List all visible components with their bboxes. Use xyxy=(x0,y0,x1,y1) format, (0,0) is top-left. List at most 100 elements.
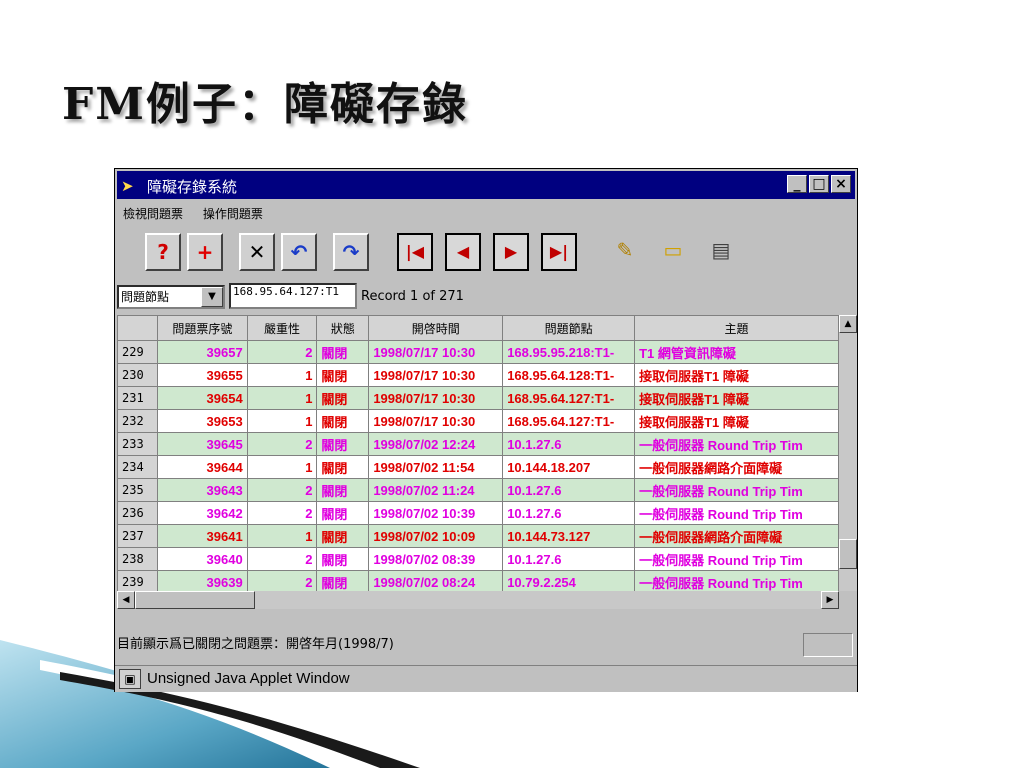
help-icon[interactable]: ? xyxy=(145,233,181,271)
status: 關閉 xyxy=(316,455,370,479)
node: 10.1.27.6 xyxy=(502,501,636,525)
open-time: 1998/07/17 10:30 xyxy=(368,386,504,410)
ticket-id: 39645 xyxy=(156,432,248,456)
horizontal-scrollbar[interactable]: ◀ ▶ xyxy=(117,591,839,609)
column-header-ticket[interactable]: 問題票序號 xyxy=(156,315,248,341)
chevron-down-icon[interactable]: ▼ xyxy=(201,287,223,307)
table-row[interactable]: 229 39657 2 關閉 1998/07/17 10:30 168.95.9… xyxy=(117,340,839,364)
status: 關閉 xyxy=(316,524,370,548)
severity: 1 xyxy=(246,409,318,433)
app-icon: ➤ xyxy=(121,177,134,195)
column-header-severity[interactable]: 嚴重性 xyxy=(246,315,318,341)
severity: 1 xyxy=(246,524,318,548)
add-icon[interactable]: + xyxy=(187,233,223,271)
ticket-id: 39654 xyxy=(156,386,248,410)
open-time: 1998/07/02 08:24 xyxy=(368,570,504,591)
column-header-subject[interactable]: 主題 xyxy=(634,315,839,341)
subject: 一般伺服器網路介面障礙 xyxy=(634,455,839,479)
table-row[interactable]: 236 39642 2 關閉 1998/07/02 10:39 10.1.27.… xyxy=(117,501,839,525)
node: 10.1.27.6 xyxy=(502,547,636,571)
open-time: 1998/07/02 08:39 xyxy=(368,547,504,571)
table-row[interactable]: 235 39643 2 關閉 1998/07/02 11:24 10.1.27.… xyxy=(117,478,839,502)
table-row[interactable]: 234 39644 1 關閉 1998/07/02 11:54 10.144.1… xyxy=(117,455,839,479)
status-panel xyxy=(803,633,853,657)
scroll-left-icon[interactable]: ◀ xyxy=(117,591,135,609)
vertical-scrollbar[interactable]: ▲ xyxy=(839,315,857,591)
row-number: 236 xyxy=(117,501,158,525)
pin-note-icon[interactable]: ✎ xyxy=(607,233,643,271)
record-counter: Record 1 of 271 xyxy=(361,289,464,304)
ticket-id: 39641 xyxy=(156,524,248,548)
scroll-right-icon[interactable]: ▶ xyxy=(821,591,839,609)
row-number: 237 xyxy=(117,524,158,548)
prev-record-icon[interactable]: ◀ xyxy=(445,233,481,271)
status: 關閉 xyxy=(316,501,370,525)
row-number: 235 xyxy=(117,478,158,502)
open-time: 1998/07/02 11:24 xyxy=(368,478,504,502)
row-number: 231 xyxy=(117,386,158,410)
lock-icon: ▣ xyxy=(119,669,141,689)
open-time: 1998/07/17 10:30 xyxy=(368,363,504,387)
last-record-icon[interactable]: ▶| xyxy=(541,233,577,271)
node: 168.95.95.218:T1- xyxy=(502,340,636,364)
status-text: 目前顯示爲已關閉之問題票：開啓年月(1998/7) xyxy=(117,637,394,652)
node: 10.144.18.207 xyxy=(502,455,636,479)
status: 關閉 xyxy=(316,570,370,591)
undo-icon[interactable]: ↶ xyxy=(281,233,317,271)
severity: 2 xyxy=(246,547,318,571)
status: 關閉 xyxy=(316,547,370,571)
horizontal-scroll-thumb[interactable] xyxy=(135,591,255,609)
table-row[interactable]: 233 39645 2 關閉 1998/07/02 12:24 10.1.27.… xyxy=(117,432,839,456)
row-number: 230 xyxy=(117,363,158,387)
table-row[interactable]: 239 39639 2 關閉 1998/07/02 08:24 10.79.2.… xyxy=(117,570,839,591)
delete-icon[interactable]: ✕ xyxy=(239,233,275,271)
table-row[interactable]: 230 39655 1 關閉 1998/07/17 10:30 168.95.6… xyxy=(117,363,839,387)
subject: 一般伺服器 Round Trip Tim xyxy=(634,432,839,456)
open-folder-icon[interactable]: ▭ xyxy=(655,233,691,271)
applet-warning-bar: ▣ Unsigned Java Applet Window xyxy=(115,665,857,692)
severity: 1 xyxy=(246,386,318,410)
row-number: 229 xyxy=(117,340,158,364)
applet-warning-text: Unsigned Java Applet Window xyxy=(147,670,350,687)
column-header-rownum[interactable] xyxy=(117,315,158,341)
status: 關閉 xyxy=(316,432,370,456)
export-icon[interactable]: ▤ xyxy=(703,233,739,271)
scroll-up-icon[interactable]: ▲ xyxy=(839,315,857,333)
severity: 2 xyxy=(246,340,318,364)
redo-icon[interactable]: ↷ xyxy=(333,233,369,271)
table-row[interactable]: 232 39653 1 關閉 1998/07/17 10:30 168.95.6… xyxy=(117,409,839,433)
window-titlebar[interactable]: ➤ 障礙存錄系統 _ □ × xyxy=(117,171,855,199)
vertical-scroll-thumb[interactable] xyxy=(839,539,857,569)
subject: 一般伺服器 Round Trip Tim xyxy=(634,570,839,591)
field-select[interactable]: 問題節點 ▼ xyxy=(117,285,225,309)
menu-operate-tickets[interactable]: 操作問題票 xyxy=(203,207,263,221)
subject: 一般伺服器 Round Trip Tim xyxy=(634,478,839,502)
node-value-field[interactable]: 168.95.64.127:T1 xyxy=(229,283,357,309)
next-record-icon[interactable]: ▶ xyxy=(493,233,529,271)
close-button[interactable]: × xyxy=(831,175,851,193)
column-header-open-time[interactable]: 開啓時間 xyxy=(368,315,504,341)
node: 10.144.73.127 xyxy=(502,524,636,548)
node: 10.1.27.6 xyxy=(502,432,636,456)
open-time: 1998/07/02 11:54 xyxy=(368,455,504,479)
severity: 1 xyxy=(246,363,318,387)
subject: 一般伺服器 Round Trip Tim xyxy=(634,501,839,525)
column-header-status[interactable]: 狀態 xyxy=(316,315,370,341)
severity: 2 xyxy=(246,501,318,525)
subject: 接取伺服器T1 障礙 xyxy=(634,409,839,433)
subject: 一般伺服器網路介面障礙 xyxy=(634,524,839,548)
table-row[interactable]: 231 39654 1 關閉 1998/07/17 10:30 168.95.6… xyxy=(117,386,839,410)
row-number: 239 xyxy=(117,570,158,591)
ticket-grid: 問題票序號 嚴重性 狀態 開啓時間 問題節點 主題 229 39657 2 關閉… xyxy=(117,315,839,591)
first-record-icon[interactable]: |◀ xyxy=(397,233,433,271)
ticket-id: 39639 xyxy=(156,570,248,591)
open-time: 1998/07/02 12:24 xyxy=(368,432,504,456)
menu-view-tickets[interactable]: 檢視問題票 xyxy=(123,207,183,221)
column-header-node[interactable]: 問題節點 xyxy=(502,315,636,341)
ticket-id: 39644 xyxy=(156,455,248,479)
table-row[interactable]: 238 39640 2 關閉 1998/07/02 08:39 10.1.27.… xyxy=(117,547,839,571)
row-number: 232 xyxy=(117,409,158,433)
maximize-button[interactable]: □ xyxy=(809,175,829,193)
table-row[interactable]: 237 39641 1 關閉 1998/07/02 10:09 10.144.7… xyxy=(117,524,839,548)
minimize-button[interactable]: _ xyxy=(787,175,807,193)
